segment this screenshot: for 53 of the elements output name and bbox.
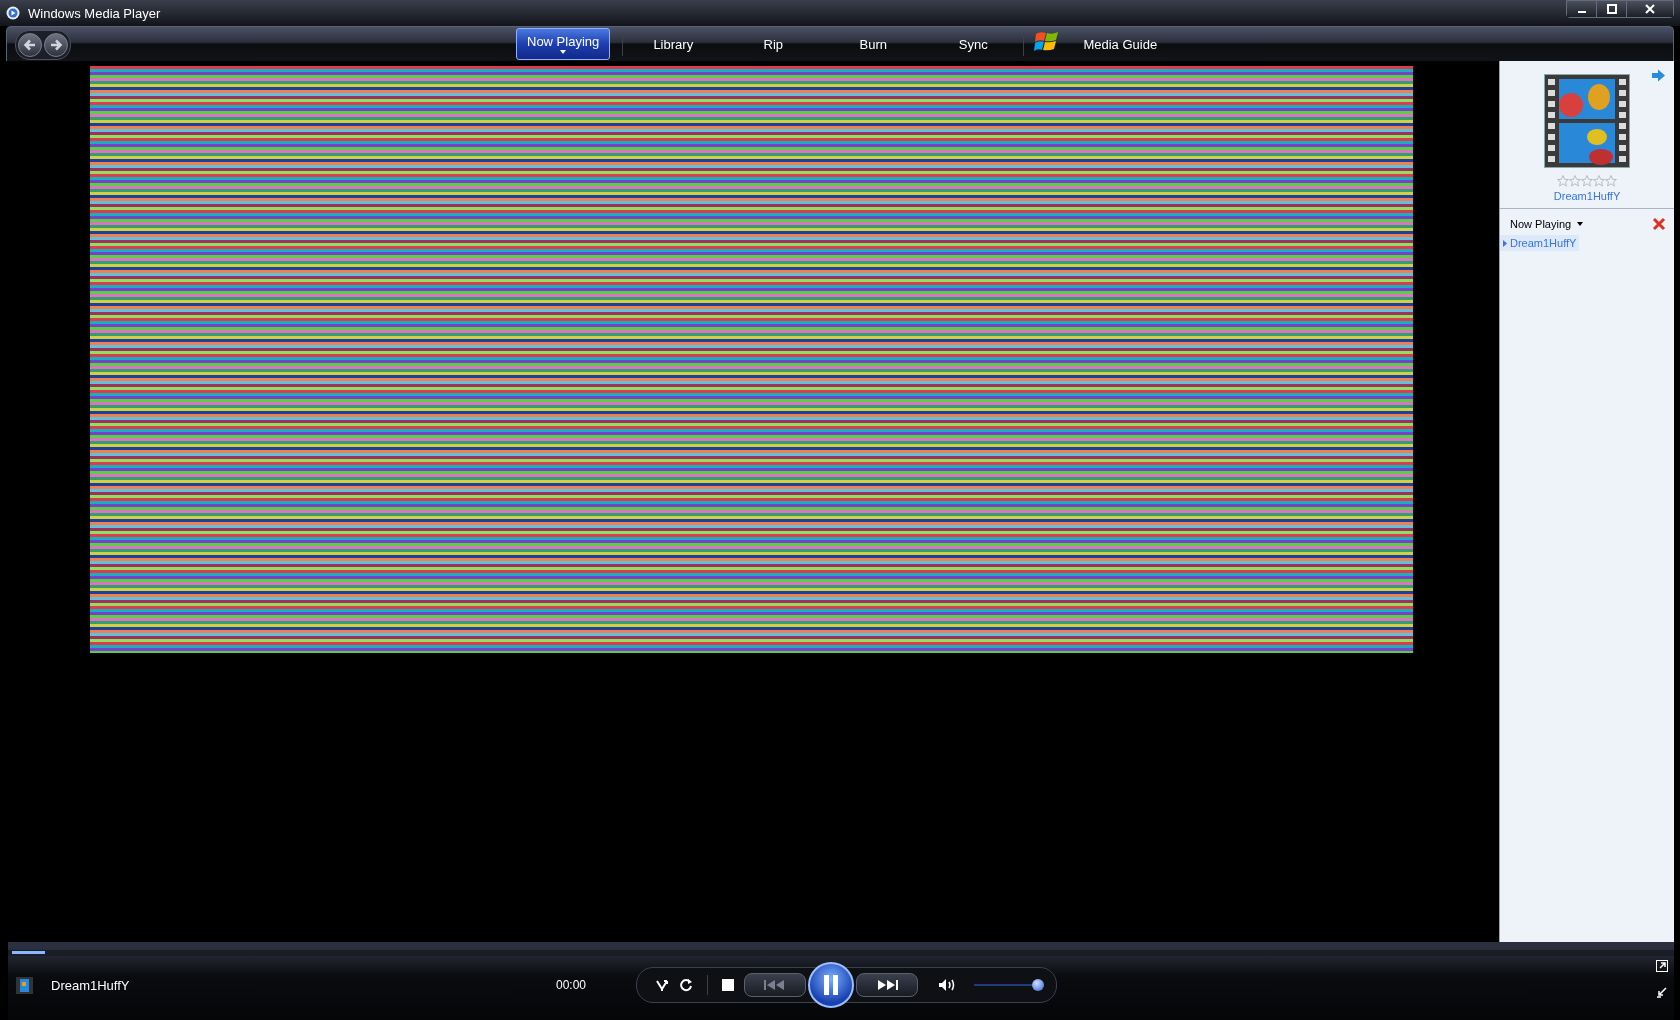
four-color-flag-icon — [1034, 30, 1061, 54]
volume-slider[interactable] — [974, 979, 1044, 991]
mute-button[interactable] — [938, 978, 956, 992]
pause-icon — [824, 975, 838, 995]
caret-icon — [1577, 222, 1584, 226]
nav-tab[interactable]: Library — [623, 28, 724, 60]
window-title: Windows Media Player — [28, 5, 162, 21]
maximize-button[interactable] — [1597, 1, 1627, 17]
next-icon — [876, 980, 898, 990]
star-icon — [1581, 175, 1593, 187]
right-arrow-icon — [49, 38, 63, 52]
star-icon — [1605, 175, 1617, 187]
nav-tab[interactable]: Now Playing — [516, 28, 611, 60]
volume-thumb[interactable] — [1032, 979, 1045, 991]
star-icon — [1569, 175, 1581, 187]
repeat-icon — [679, 978, 693, 992]
star-icon — [1557, 175, 1569, 187]
minimize-icon — [1577, 11, 1586, 13]
shuffle-icon — [655, 978, 669, 992]
clear-list-icon[interactable] — [1652, 217, 1666, 231]
nav-tab[interactable]: Sync — [923, 28, 1024, 60]
list-title-dropdown[interactable]: Now Playing — [1510, 218, 1652, 230]
elapsed-time: 00:00 — [556, 978, 588, 992]
next-button[interactable] — [856, 973, 918, 997]
minimize-button[interactable] — [1567, 1, 1597, 17]
close-icon — [1645, 4, 1655, 14]
shuffle-button[interactable] — [655, 978, 669, 992]
right-arrow-icon[interactable] — [1651, 69, 1666, 82]
maximize-icon — [1606, 4, 1617, 14]
back-button[interactable] — [18, 33, 42, 57]
track-title: Dream1HuffY — [51, 977, 131, 993]
video-file-icon — [16, 976, 33, 994]
media-title: Dream1HuffY — [1553, 190, 1621, 202]
expand-icon[interactable] — [1656, 960, 1668, 972]
nav-tab[interactable]: Media Guide — [1070, 28, 1171, 60]
repeat-button[interactable] — [679, 978, 693, 992]
app-logo-icon — [6, 6, 20, 20]
stop-icon — [722, 979, 734, 991]
previous-icon — [764, 980, 786, 990]
speaker-icon — [938, 978, 956, 992]
close-button[interactable] — [1627, 1, 1673, 17]
nav-tab[interactable]: Burn — [823, 28, 924, 60]
play-pause-button[interactable] — [808, 962, 854, 1008]
star-icon — [1593, 175, 1605, 187]
playlist-item[interactable]: Dream1HuffY — [1500, 235, 1580, 251]
left-arrow-icon — [23, 38, 37, 52]
compact-mode-icon[interactable] — [1656, 986, 1668, 998]
star-rating[interactable] — [1557, 175, 1617, 187]
nav-tab[interactable]: Rip — [723, 28, 824, 60]
forward-button[interactable] — [44, 33, 68, 57]
play-marker-icon — [1503, 239, 1507, 247]
caret-icon — [560, 50, 567, 54]
previous-button[interactable] — [744, 973, 806, 997]
